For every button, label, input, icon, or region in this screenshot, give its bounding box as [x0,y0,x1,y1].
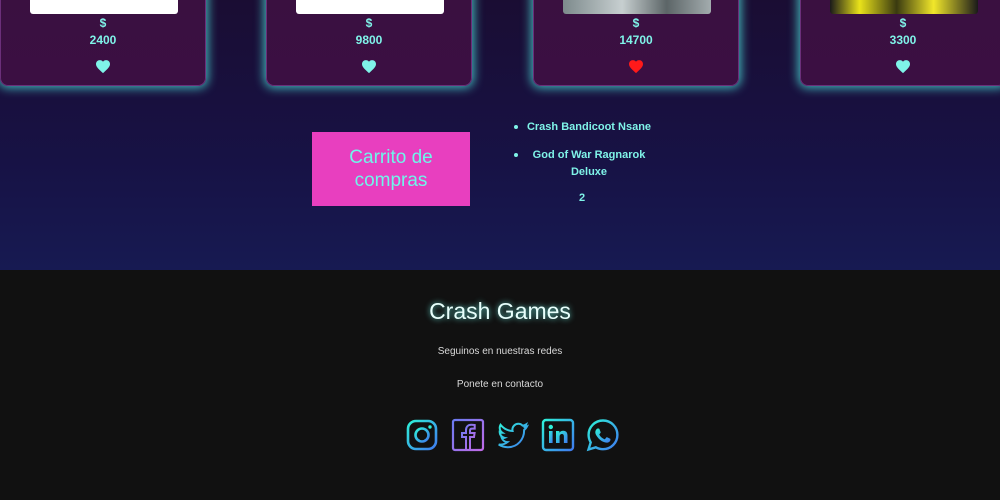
product-image [830,0,978,14]
heart-icon[interactable] [895,59,911,74]
twitter-icon[interactable] [496,418,530,452]
heart-icon[interactable] [361,59,377,74]
linkedin-icon[interactable] [541,418,575,452]
follow-us-text: Seguinos en nuestras redes [437,346,563,357]
cart-count: 2 [578,192,586,204]
price-currency: $ [632,16,640,30]
products-section: $ 2400 $ 9800 $ 14700 $ 3300 Carrito de … [0,0,1000,270]
price-currency: $ [365,16,373,30]
product-image [30,0,178,14]
product-image [296,0,444,14]
cart-items-list: Crash Bandicoot Nsane God of War Ragnaro… [500,119,660,192]
product-card: $ 3300 [800,0,1000,86]
heart-icon[interactable] [628,59,644,74]
facebook-icon[interactable] [451,418,485,452]
shopping-cart-button-label: Carrito de compras [349,147,433,191]
footer: Crash Games Seguinos en nuestras redes P… [0,270,1000,500]
product-card: $ 9800 [266,0,472,86]
shopping-cart-button[interactable]: Carrito de compras [312,132,470,206]
product-image [563,0,711,14]
product-card: $ 2400 [0,0,206,86]
product-price: 2400 [89,33,117,47]
page: $ 2400 $ 9800 $ 14700 $ 3300 Carrito de … [0,0,1000,500]
instagram-icon[interactable] [405,418,439,452]
price-currency: $ [899,16,907,30]
contact-link[interactable]: Ponete en contacto [0,379,1000,390]
heart-icon[interactable] [95,59,111,74]
product-price: 9800 [355,33,383,47]
cart-item: God of War Ragnarok Deluxe [500,147,660,181]
cart-item: Crash Bandicoot Nsane [500,119,660,136]
product-price: 14700 [619,33,653,47]
product-price: 3300 [889,33,917,47]
whatsapp-icon[interactable] [586,418,620,452]
footer-brand: Crash Games [429,298,571,324]
social-links [405,418,625,454]
price-currency: $ [99,16,107,30]
product-card: $ 14700 [533,0,739,86]
